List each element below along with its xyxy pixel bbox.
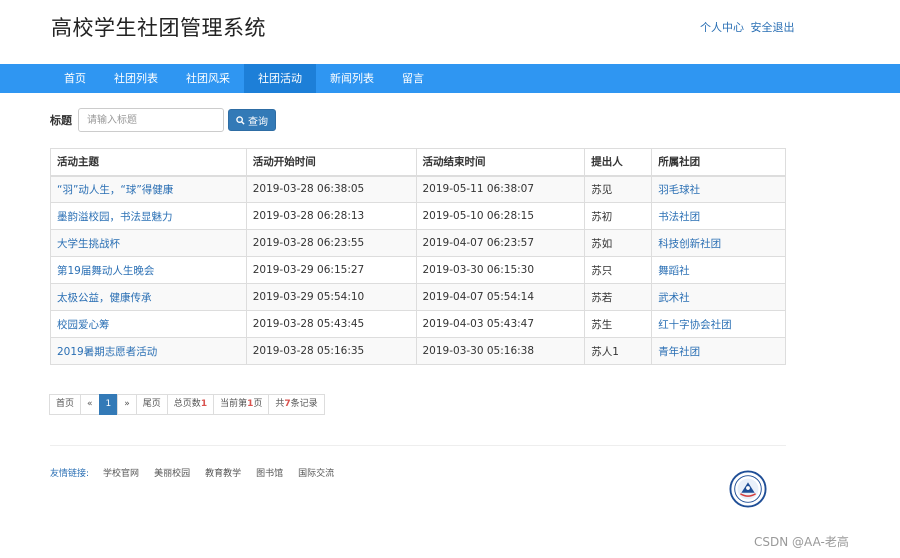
search-icon bbox=[236, 115, 245, 125]
table-row: 第19届舞动人生晚会 2019-03-29 06:15:27 2019-03-3… bbox=[50, 256, 786, 284]
footer-link-school-site[interactable]: 学校官网 bbox=[103, 466, 139, 479]
proposer-cell: 苏如 bbox=[584, 229, 653, 257]
start-time-cell: 2019-03-28 06:38:05 bbox=[245, 175, 417, 203]
club-link[interactable]: 青年社团 bbox=[658, 346, 700, 358]
end-time-cell: 2019-05-11 06:38:07 bbox=[415, 175, 586, 203]
pager-current-page[interactable]: 1 bbox=[98, 394, 119, 415]
activity-topic-link[interactable]: 太极公益，健康传承 bbox=[57, 292, 152, 304]
start-time-cell: 2019-03-28 05:16:35 bbox=[245, 337, 417, 365]
search-bar: 标题 查询 bbox=[50, 108, 276, 132]
proposer-cell: 苏生 bbox=[584, 310, 653, 338]
footer-link-campus[interactable]: 美丽校园 bbox=[154, 466, 190, 479]
proposer-cell: 苏只 bbox=[584, 256, 653, 284]
current-page-suffix: 页 bbox=[253, 399, 263, 409]
footer-link-library[interactable]: 图书馆 bbox=[256, 466, 283, 479]
pager-current-info: 当前第1页 bbox=[213, 394, 270, 415]
table-header-row: 活动主题 活动开始时间 活动结束时间 提出人 所属社团 bbox=[50, 148, 786, 177]
user-center-link[interactable]: 个人中心 bbox=[700, 21, 744, 34]
title-search-input[interactable] bbox=[78, 108, 224, 132]
club-link[interactable]: 书法社团 bbox=[658, 211, 700, 223]
nav-item-club-list[interactable]: 社团列表 bbox=[100, 64, 172, 93]
end-time-cell: 2019-04-03 05:43:47 bbox=[415, 310, 586, 338]
activity-topic-link[interactable]: 墨韵溢校园，书法显魅力 bbox=[57, 211, 173, 223]
proposer-cell: 苏人1 bbox=[584, 337, 653, 365]
activities-table: 活动主题 活动开始时间 活动结束时间 提出人 所属社团 “羽”动人生，“球”得健… bbox=[50, 148, 786, 365]
club-link[interactable]: 红十字协会社团 bbox=[658, 319, 732, 331]
activity-topic-link[interactable]: 大学生挑战杯 bbox=[57, 238, 120, 250]
nav-item-messages[interactable]: 留言 bbox=[388, 64, 438, 93]
footer-link-education[interactable]: 教育教学 bbox=[205, 466, 241, 479]
nav-item-club-showcase[interactable]: 社团风采 bbox=[172, 64, 244, 93]
pager-first-button[interactable]: 首页 bbox=[49, 394, 82, 415]
club-link[interactable]: 科技创新社团 bbox=[658, 238, 721, 250]
club-link[interactable]: 羽毛球社 bbox=[658, 184, 700, 196]
pager-total-records: 共7条记录 bbox=[268, 394, 325, 415]
main-navbar: 首页 社团列表 社团风采 社团活动 新闻列表 留言 bbox=[0, 64, 900, 93]
footer-links: 友情链接: 学校官网 美丽校园 教育教学 图书馆 国际交流 bbox=[50, 466, 349, 479]
proposer-cell: 苏见 bbox=[584, 175, 653, 203]
header: 高校学生社团管理系统 个人中心 安全退出 bbox=[0, 0, 900, 64]
pager-prev-button[interactable]: « bbox=[80, 394, 100, 415]
start-time-cell: 2019-03-28 06:23:55 bbox=[245, 229, 417, 257]
end-time-cell: 2019-04-07 06:23:57 bbox=[415, 229, 586, 257]
proposer-cell: 苏若 bbox=[584, 283, 653, 311]
table-row: 大学生挑战杯 2019-03-28 06:23:55 2019-04-07 06… bbox=[50, 229, 786, 257]
pager-next-button[interactable]: » bbox=[117, 394, 137, 415]
friend-links-label: 友情链接: bbox=[50, 469, 90, 479]
start-time-cell: 2019-03-29 05:54:10 bbox=[245, 283, 417, 311]
search-label: 标题 bbox=[50, 114, 72, 127]
table-row: 2019暑期志愿者活动 2019-03-28 05:16:35 2019-03-… bbox=[50, 337, 786, 365]
activity-topic-link[interactable]: 2019暑期志愿者活动 bbox=[57, 346, 157, 358]
nav-list: 首页 社团列表 社团风采 社团活动 新闻列表 留言 bbox=[50, 64, 438, 93]
logout-link[interactable]: 安全退出 bbox=[751, 21, 795, 34]
activity-topic-link[interactable]: 第19届舞动人生晚会 bbox=[57, 265, 154, 277]
start-time-cell: 2019-03-29 06:15:27 bbox=[245, 256, 417, 284]
end-time-cell: 2019-05-10 06:28:15 bbox=[415, 202, 586, 230]
end-time-cell: 2019-03-30 05:16:38 bbox=[415, 337, 586, 365]
pager-total-pages: 总页数1 bbox=[166, 394, 215, 415]
nav-item-home[interactable]: 首页 bbox=[50, 64, 100, 93]
club-link[interactable]: 武术社 bbox=[658, 292, 690, 304]
activity-topic-link[interactable]: 校园爱心筹 bbox=[57, 319, 110, 331]
table-row: “羽”动人生，“球”得健康 2019-03-28 06:38:05 2019-0… bbox=[50, 175, 786, 203]
proposer-cell: 苏初 bbox=[584, 202, 653, 230]
total-records-suffix: 条记录 bbox=[290, 399, 318, 409]
activity-topic-link[interactable]: “羽”动人生，“球”得健康 bbox=[57, 184, 173, 196]
column-header-start-time: 活动开始时间 bbox=[245, 148, 417, 177]
end-time-cell: 2019-04-07 05:54:14 bbox=[415, 283, 586, 311]
table-row: 墨韵溢校园，书法显魅力 2019-03-28 06:28:13 2019-05-… bbox=[50, 202, 786, 230]
school-emblem-logo bbox=[729, 470, 767, 508]
nav-item-news-list[interactable]: 新闻列表 bbox=[316, 64, 388, 93]
search-button-label: 查询 bbox=[248, 116, 268, 128]
nav-item-club-activities[interactable]: 社团活动 bbox=[244, 64, 316, 93]
total-pages-prefix: 总页数 bbox=[173, 399, 201, 409]
current-page-prefix: 当前第 bbox=[220, 399, 248, 409]
pagination: 首页 « 1 » 尾页 总页数1 当前第1页 共7条记录 bbox=[49, 394, 325, 415]
table-row: 校园爱心筹 2019-03-28 05:43:45 2019-04-03 05:… bbox=[50, 310, 786, 338]
start-time-cell: 2019-03-28 06:28:13 bbox=[245, 202, 417, 230]
search-button[interactable]: 查询 bbox=[228, 109, 276, 131]
site-title: 高校学生社团管理系统 bbox=[51, 16, 266, 40]
footer-divider bbox=[50, 445, 786, 446]
column-header-proposer: 提出人 bbox=[584, 148, 653, 177]
start-time-cell: 2019-03-28 05:43:45 bbox=[245, 310, 417, 338]
column-header-end-time: 活动结束时间 bbox=[415, 148, 586, 177]
end-time-cell: 2019-03-30 06:15:30 bbox=[415, 256, 586, 284]
total-pages-value: 1 bbox=[200, 399, 208, 409]
column-header-topic: 活动主题 bbox=[50, 148, 247, 177]
pager-last-button[interactable]: 尾页 bbox=[135, 394, 168, 415]
csdn-watermark: CSDN @AA-老高 bbox=[754, 535, 849, 549]
table-row: 太极公益，健康传承 2019-03-29 05:54:10 2019-04-07… bbox=[50, 283, 786, 311]
column-header-club: 所属社团 bbox=[651, 148, 786, 177]
footer-link-international[interactable]: 国际交流 bbox=[298, 466, 334, 479]
club-link[interactable]: 舞蹈社 bbox=[658, 265, 690, 277]
user-links: 个人中心 安全退出 bbox=[700, 19, 798, 35]
